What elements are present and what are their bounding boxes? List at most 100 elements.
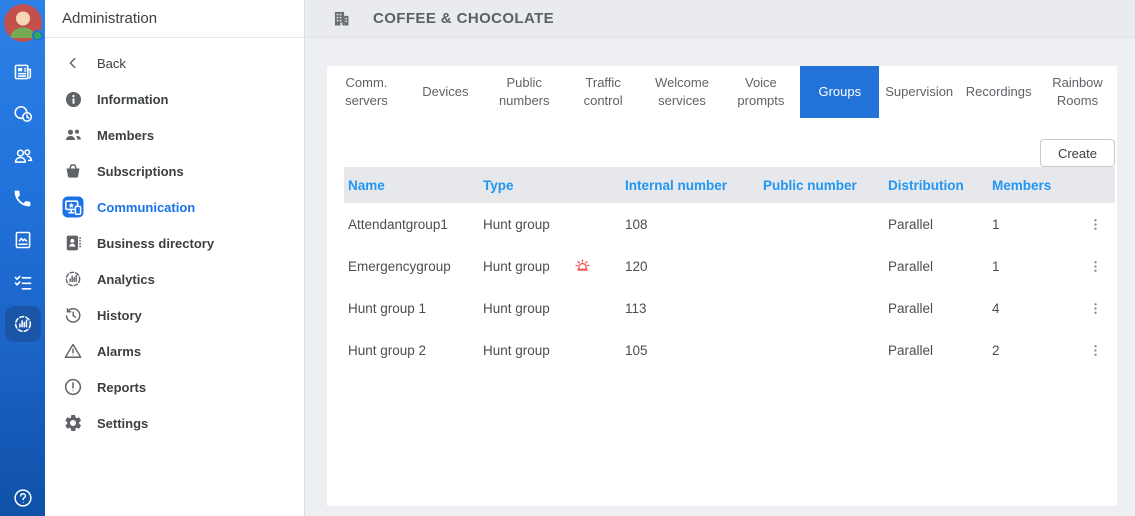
left-rail [0, 0, 45, 516]
column-header-members[interactable]: Members [988, 178, 1076, 193]
tab-devices[interactable]: Devices [406, 66, 485, 118]
tab-groups[interactable]: Groups [800, 66, 879, 118]
news-icon[interactable] [5, 54, 41, 90]
tasks-icon[interactable] [5, 264, 41, 300]
conversations-icon[interactable] [5, 96, 41, 132]
subscriptions-icon [61, 159, 85, 183]
distribution: Parallel [884, 259, 988, 274]
members-icon [61, 123, 85, 147]
members-count: 4 [988, 301, 1076, 316]
groups-table: NameTypeInternal numberPublic numberDist… [344, 167, 1115, 371]
tab-bar: Comm. serversDevicesPublic numbersTraffi… [327, 66, 1117, 118]
group-type-label: Hunt group [483, 343, 550, 358]
members-count: 1 [988, 217, 1076, 232]
table-body: Attendantgroup1Hunt group108Parallel1Eme… [344, 203, 1115, 371]
column-header-name[interactable]: Name [344, 178, 479, 193]
distribution: Parallel [884, 343, 988, 358]
sidebar-item-analytics[interactable]: Analytics [45, 261, 304, 297]
column-header-type[interactable]: Type [479, 178, 621, 193]
row-actions [1076, 256, 1115, 277]
sidebar-item-label: Information [97, 92, 169, 107]
create-button[interactable]: Create [1040, 139, 1115, 167]
sidebar-item-members[interactable]: Members [45, 117, 304, 153]
group-type: Hunt group [479, 301, 621, 316]
content-panel: Comm. serversDevicesPublic numbersTraffi… [327, 66, 1117, 506]
tab-recordings[interactable]: Recordings [959, 66, 1038, 118]
tab-traffic-control[interactable]: Traffic control [564, 66, 643, 118]
sidebar-item-label: Analytics [97, 272, 155, 287]
tab-rainbow-rooms[interactable]: Rainbow Rooms [1038, 66, 1117, 118]
table-row[interactable]: Hunt group 1Hunt group113 Parallel4 [344, 287, 1115, 329]
group-type-label: Hunt group [483, 259, 550, 274]
sidebar-item-label: History [97, 308, 142, 323]
sidebar-item-label: Back [97, 56, 126, 71]
documents-icon[interactable] [5, 222, 41, 258]
row-actions [1076, 214, 1115, 235]
tab-voice-prompts[interactable]: Voice prompts [721, 66, 800, 118]
sidebar-item-label: Reports [97, 380, 146, 395]
members-count: 2 [988, 343, 1076, 358]
row-actions [1076, 340, 1115, 361]
group-name: Emergencygroup [344, 259, 479, 274]
sidebar-item-business-directory[interactable]: Business directory [45, 225, 304, 261]
sidebar-item-back[interactable]: Back [45, 45, 304, 81]
group-type: Hunt group [479, 258, 621, 275]
sidebar-item-history[interactable]: History [45, 297, 304, 333]
internal-number: 108 [621, 217, 759, 232]
emergency-siren-icon [574, 258, 591, 275]
sidebar-item-settings[interactable]: Settings [45, 405, 304, 441]
sidebar-item-label: Subscriptions [97, 164, 184, 179]
internal-number: 120 [621, 259, 759, 274]
avatar[interactable] [4, 4, 42, 42]
building-icon [331, 8, 352, 29]
sidebar-item-label: Business directory [97, 236, 214, 251]
sidebar: Administration Back Information Members Sub… [45, 0, 305, 516]
communication-icon [61, 195, 85, 219]
tab-welcome-services[interactable]: Welcome services [643, 66, 722, 118]
sidebar-item-label: Communication [97, 200, 195, 215]
analytics-icon[interactable] [5, 306, 41, 342]
settings-icon [61, 411, 85, 435]
sidebar-item-label: Members [97, 128, 154, 143]
tab-comm-servers[interactable]: Comm. servers [327, 66, 406, 118]
table-row[interactable]: Attendantgroup1Hunt group108Parallel1 [344, 203, 1115, 245]
alarms-icon [61, 339, 85, 363]
table-row[interactable]: Emergencygroup Hunt group 120 Parallel1 [344, 245, 1115, 287]
sidebar-item-subscriptions[interactable]: Subscriptions [45, 153, 304, 189]
sidebar-item-information[interactable]: Information [45, 81, 304, 117]
group-type: Hunt group [479, 343, 621, 358]
tab-supervision[interactable]: Supervision [879, 66, 959, 118]
kebab-menu-icon[interactable] [1085, 340, 1106, 361]
contacts-icon[interactable] [5, 138, 41, 174]
internal-number: 105 [621, 343, 759, 358]
distribution: Parallel [884, 301, 988, 316]
column-header-internal-number[interactable]: Internal number [621, 178, 759, 193]
kebab-menu-icon[interactable] [1085, 298, 1106, 319]
info-icon [61, 87, 85, 111]
sidebar-item-alarms[interactable]: Alarms [45, 333, 304, 369]
tab-public-numbers[interactable]: Public numbers [485, 66, 564, 118]
column-header-distribution[interactable]: Distribution [884, 178, 988, 193]
help-icon[interactable] [0, 487, 45, 509]
kebab-menu-icon[interactable] [1085, 256, 1106, 277]
sidebar-item-label: Alarms [97, 344, 141, 359]
table-row[interactable]: Hunt group 2Hunt group105Parallel2 [344, 329, 1115, 371]
sidebar-title: Administration [45, 0, 304, 38]
table-header-row: NameTypeInternal numberPublic numberDist… [344, 167, 1115, 203]
internal-number: 113 [621, 301, 759, 316]
column-header-public-number[interactable]: Public number [759, 178, 884, 193]
row-actions [1076, 298, 1115, 319]
kebab-menu-icon[interactable] [1085, 214, 1106, 235]
sidebar-item-communication[interactable]: Communication [45, 189, 304, 225]
main-header: COFFEE & CHOCOLATE [306, 0, 1135, 38]
group-type: Hunt group [479, 217, 621, 232]
calls-icon[interactable] [5, 180, 41, 216]
analytics-outline-icon [61, 267, 85, 291]
members-count: 1 [988, 259, 1076, 274]
history-icon [61, 303, 85, 327]
group-name: Hunt group 1 [344, 301, 479, 316]
group-name: Attendantgroup1 [344, 217, 479, 232]
sidebar-menu: Back Information Members Subscriptions Commu… [45, 38, 304, 441]
sidebar-item-label: Settings [97, 416, 148, 431]
sidebar-item-reports[interactable]: Reports [45, 369, 304, 405]
